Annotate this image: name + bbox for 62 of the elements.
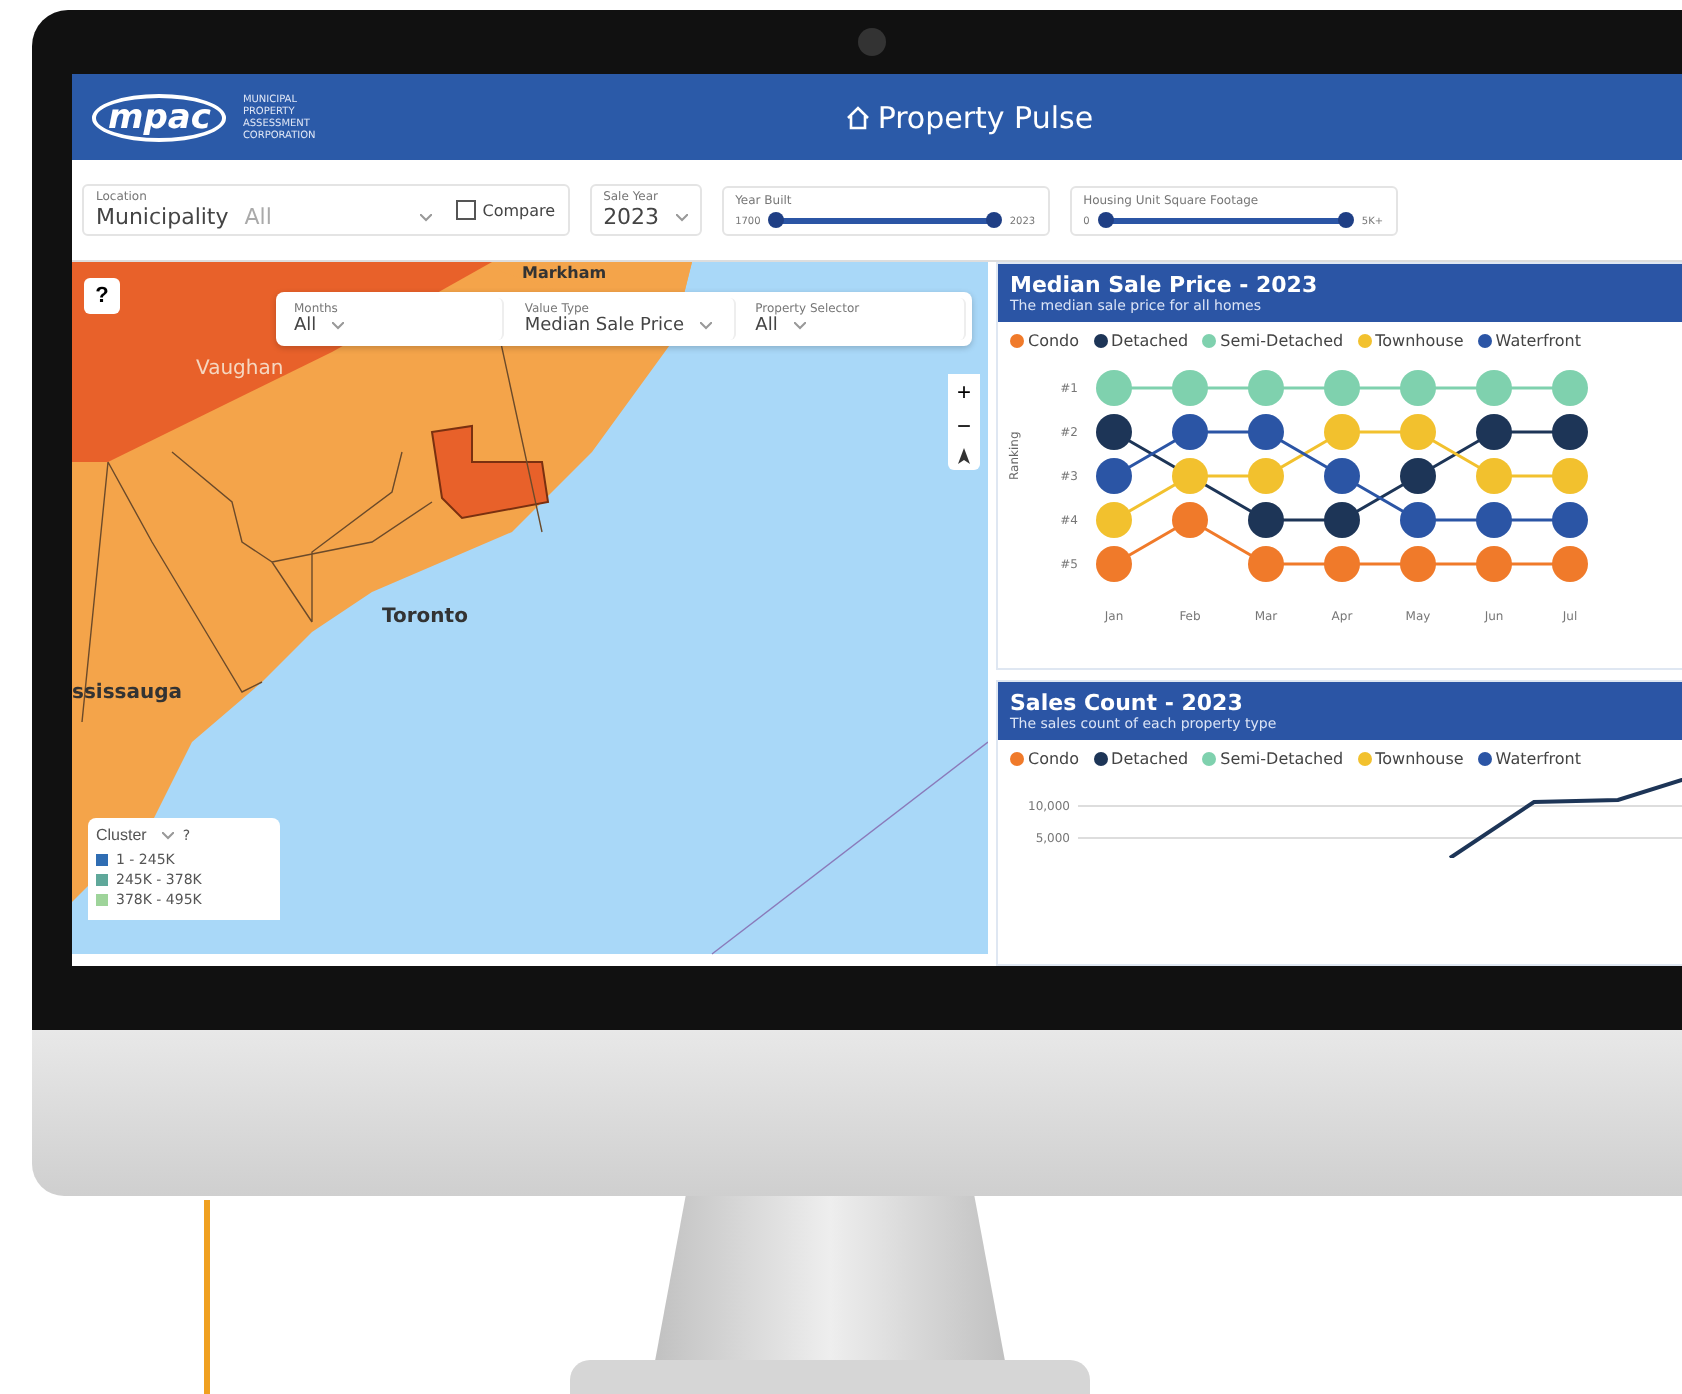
point (1324, 370, 1360, 406)
point (1552, 546, 1588, 582)
caret-icon (162, 831, 175, 839)
camera-icon (858, 28, 886, 56)
point (1324, 458, 1360, 494)
point (1400, 502, 1436, 538)
point (1248, 546, 1284, 582)
point (1096, 370, 1132, 406)
point (1552, 458, 1588, 494)
caret-icon (675, 213, 688, 221)
point (1400, 370, 1436, 406)
legend-label: Condo (1028, 332, 1080, 350)
cluster-dropdown[interactable]: Cluster (96, 826, 175, 844)
place-label: ssissauga (72, 682, 183, 704)
legend-label: Condo (1028, 750, 1080, 768)
logo: mpac (92, 93, 227, 141)
point (1248, 458, 1284, 494)
point (1552, 370, 1588, 406)
caret-icon (700, 322, 713, 330)
point (1400, 414, 1436, 450)
point (1096, 546, 1132, 582)
point (1096, 414, 1132, 450)
legend-label: Detached (1111, 332, 1189, 350)
house-icon (845, 105, 870, 129)
point (1324, 502, 1360, 538)
caret-icon (793, 322, 806, 330)
point (1476, 370, 1512, 406)
point (1248, 502, 1284, 538)
point (1248, 370, 1284, 406)
point (1400, 546, 1436, 582)
point (1248, 414, 1284, 450)
legend-label: Waterfront (1495, 332, 1581, 350)
app-title: Property Pulse (877, 99, 1094, 135)
place-label: Markham (522, 264, 607, 284)
place-label: Toronto (382, 606, 468, 628)
legend-label: Semi-Detached (1220, 332, 1344, 350)
point (1172, 502, 1208, 538)
compass-icon[interactable] (958, 448, 970, 464)
point (1096, 458, 1132, 494)
point (1400, 458, 1436, 494)
point (1476, 546, 1512, 582)
point (1324, 414, 1360, 450)
caret-icon (332, 322, 345, 330)
point (1552, 414, 1588, 450)
point (1324, 546, 1360, 582)
card-title: Median Sale Price - 2023 (1010, 272, 1320, 298)
legend-label: Waterfront (1495, 750, 1581, 768)
point (1172, 414, 1208, 450)
card-title: Sales Count - 2023 (1010, 690, 1245, 716)
point (1172, 458, 1208, 494)
point (1552, 502, 1588, 538)
place-label: Vaughan (196, 358, 284, 380)
point (1476, 502, 1512, 538)
legend-label: Detached (1111, 750, 1189, 768)
point (1476, 414, 1512, 450)
help-button[interactable]: ? (84, 278, 120, 314)
point (1476, 458, 1512, 494)
point (1096, 502, 1132, 538)
legend-label: Townhouse (1375, 750, 1464, 768)
point (1172, 370, 1208, 406)
legend-label: Townhouse (1375, 332, 1464, 350)
legend-label: Semi-Detached (1220, 750, 1344, 768)
